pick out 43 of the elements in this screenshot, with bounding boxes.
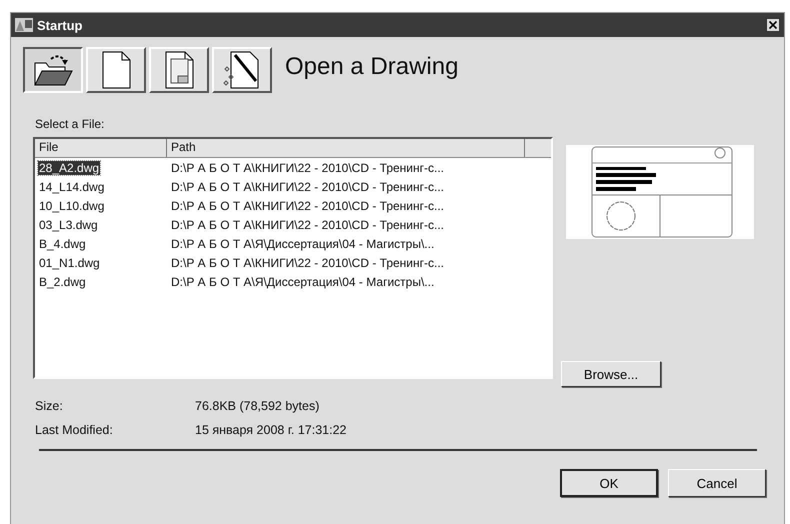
file-path: D:\Р А Б О Т А\Я\Диссертация\04 - Магистры\... — [171, 236, 434, 250]
wizard-mode-button[interactable] — [212, 47, 272, 93]
file-row[interactable]: 28_A2.dwg D:\Р А Б О Т А\КНИГИ\22 - 2010\CD - Тренинг-с... — [35, 158, 551, 177]
file-row[interactable]: 14_L14.dwg D:\Р А Б О Т А\КНИГИ\22 - 2010\CD - Тренинг-с... — [35, 177, 551, 196]
file-path: D:\Р А Б О Т А\КНИГИ\22 - 2010\CD - Тренинг-с... — [171, 218, 444, 232]
column-header[interactable]: Path — [167, 139, 525, 157]
select-file-label: Select a File: — [35, 117, 106, 131]
file-name: 28_A2.dwg — [38, 161, 100, 175]
file-row[interactable]: 10_L10.dwg D:\Р А Б О Т А\КНИГИ\22 - 2010\CD - Тренинг-с... — [35, 196, 551, 215]
detail-label: Last Modified: — [35, 423, 114, 437]
blank-page-icon — [100, 51, 132, 89]
file-name: B_4.dwg — [38, 237, 87, 251]
template-mode-button[interactable] — [149, 47, 209, 93]
file-name: 01_N1.dwg — [38, 256, 101, 270]
file-name: B_2.dwg — [38, 275, 87, 289]
close-icon[interactable] — [766, 18, 780, 32]
page-heading: Open a Drawing — [285, 53, 458, 81]
open-mode-button[interactable] — [23, 47, 83, 93]
file-path: D:\Р А Б О Т А\КНИГИ\22 - 2010\CD - Тренинг-с... — [171, 160, 444, 174]
file-name: 03_L3.dwg — [38, 218, 99, 232]
window-title: Startup — [37, 18, 84, 32]
template-page-icon — [163, 51, 195, 89]
file-row[interactable]: 01_N1.dwg D:\Р А Б О Т А\КНИГИ\22 - 2010\CD - Тренинг-с... — [35, 253, 551, 272]
detail-value: 15 января 2008 г. 17:31:22 — [195, 423, 346, 437]
detail-label: Size: — [35, 399, 64, 413]
file-row[interactable]: 03_L3.dwg D:\Р А Б О Т А\КНИГИ\22 - 2010\CD - Тренинг-с... — [35, 215, 551, 234]
blank-mode-button[interactable] — [86, 47, 146, 93]
file-name: 14_L14.dwg — [38, 180, 106, 194]
open-folder-icon — [33, 53, 73, 87]
detail-value: 76.8KB (78,592 bytes) — [195, 399, 320, 413]
app-icon — [15, 18, 33, 32]
file-path: D:\Р А Б О Т А\Я\Диссертация\04 - Магистры\... — [171, 274, 434, 288]
cancel-button[interactable]: Cancel — [668, 469, 766, 497]
ok-button[interactable]: OK — [560, 469, 658, 497]
file-path: D:\Р А Б О Т А\КНИГИ\22 - 2010\CD - Тренинг-с... — [171, 256, 444, 270]
wizard-page-icon — [223, 51, 261, 89]
file-path: D:\Р А Б О Т А\КНИГИ\22 - 2010\CD - Тренинг-с... — [171, 180, 444, 194]
column-header[interactable]: File — [35, 139, 167, 157]
browse-button[interactable]: Browse... — [561, 361, 661, 387]
file-name: 10_L10.dwg — [38, 199, 106, 213]
file-path: D:\Р А Б О Т А\КНИГИ\22 - 2010\CD - Тренинг-с... — [171, 198, 444, 212]
file-row[interactable]: B_2.dwg D:\Р А Б О Т А\Я\Диссертация\04 - Магистры\... — [35, 272, 551, 291]
file-row[interactable]: B_4.dwg D:\Р А Б О Т А\Я\Диссертация\04 - Магистры\... — [35, 234, 551, 253]
